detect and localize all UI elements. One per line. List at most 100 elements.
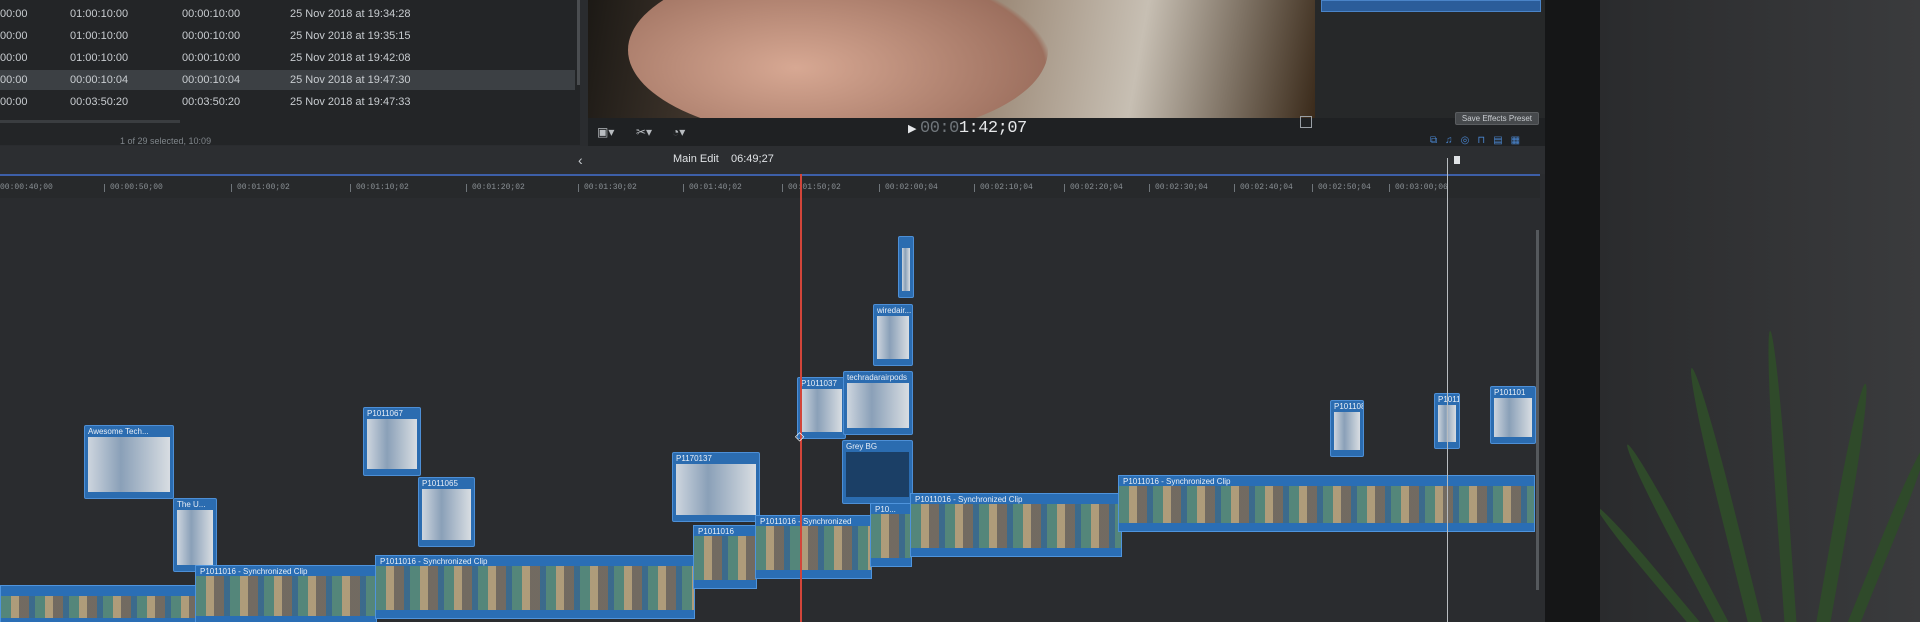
browser-row[interactable]: 00:00 01:00:10:00 00:00:10:00 25 Nov 201… bbox=[0, 26, 575, 46]
storyline-segment[interactable]: P1011016 bbox=[693, 525, 757, 589]
clip-thumbnail bbox=[88, 437, 170, 492]
clip-thumbnail bbox=[367, 419, 417, 469]
date-cell: 25 Nov 2018 at 19:47:30 bbox=[290, 74, 411, 86]
clip-label: P1011067 bbox=[367, 409, 403, 418]
clip-the[interactable]: The U... bbox=[173, 498, 217, 572]
viewer-toolbar bbox=[588, 118, 1545, 146]
enhancements-icon[interactable]: ✂▾ bbox=[636, 125, 652, 139]
end-cell: 01:00:10:00 bbox=[70, 52, 129, 64]
clip-p1170137[interactable]: P1170137 bbox=[672, 452, 760, 522]
clip-label: P1011037 bbox=[801, 379, 837, 388]
storyline-segment[interactable]: P1011016 - Synchronized Clip bbox=[195, 565, 377, 622]
save-effects-preset-button[interactable]: Save Effects Preset bbox=[1454, 112, 1539, 125]
background-wall bbox=[1600, 0, 1920, 622]
project-name: Main Edit bbox=[673, 153, 719, 165]
start-cell: 00:00 bbox=[0, 8, 28, 20]
clip-thumbnail bbox=[422, 489, 471, 540]
clip-techradarairpods[interactable]: techradarairpods bbox=[843, 371, 913, 435]
audio-skimming-icon[interactable]: ♫ bbox=[1445, 135, 1453, 146]
ruler-tick: 00:01:00;02 bbox=[231, 183, 290, 192]
clip-thumbnail bbox=[177, 510, 213, 565]
viewer-hand-image bbox=[628, 0, 1048, 118]
inspector bbox=[1315, 0, 1545, 118]
browser-row[interactable]: 00:00 01:00:10:00 00:00:10:00 25 Nov 201… bbox=[0, 4, 575, 24]
inspector-selection[interactable] bbox=[1321, 0, 1541, 12]
timecode-display[interactable]: 00:01:42;07 bbox=[920, 119, 1027, 138]
date-cell: 25 Nov 2018 at 19:34:28 bbox=[290, 8, 411, 20]
storyline-segment[interactable]: P1011016 - Synchronized Clip bbox=[375, 555, 695, 619]
clip-small-top[interactable] bbox=[898, 236, 914, 298]
start-cell: 00:00 bbox=[0, 74, 28, 86]
storyline-frames bbox=[911, 504, 1121, 548]
duration-cell: 00:00:10:00 bbox=[182, 30, 241, 42]
timeline-vertical-scrollbar[interactable] bbox=[1536, 230, 1539, 590]
end-cell: 00:00:10:04 bbox=[70, 74, 129, 86]
clip-appearance-icon[interactable]: ▤ bbox=[1493, 135, 1502, 146]
storyline-label: P10... bbox=[875, 505, 896, 514]
playhead[interactable] bbox=[800, 174, 802, 622]
snapping-icon[interactable]: ⊓ bbox=[1477, 135, 1485, 146]
storyline-frames bbox=[871, 514, 911, 558]
ruler-tick: 00:00:40;00 bbox=[0, 183, 53, 192]
ruler-tick: 00:01:30;02 bbox=[578, 183, 637, 192]
clip-grey-bg[interactable]: Grey BG bbox=[842, 440, 913, 504]
storyline-segment[interactable]: P1011016 - Synchronized Clip bbox=[910, 493, 1122, 557]
clip-label: P1011 bbox=[1438, 395, 1460, 404]
storyline-segment[interactable] bbox=[0, 585, 202, 622]
storyline-label: P1011016 bbox=[698, 527, 734, 536]
storyline-label: P1011016 - Synchronized Clip bbox=[200, 567, 308, 576]
skimming-icon[interactable]: ⧉ bbox=[1430, 135, 1437, 146]
end-cell: 00:03:50:20 bbox=[70, 96, 129, 108]
date-cell: 25 Nov 2018 at 19:42:08 bbox=[290, 52, 411, 64]
storyline-frames bbox=[376, 566, 694, 610]
play-icon[interactable]: ▶ bbox=[908, 122, 916, 135]
browser-row[interactable]: 00:00 01:00:10:00 00:00:10:00 25 Nov 201… bbox=[0, 48, 575, 68]
storyline-frames bbox=[694, 536, 756, 580]
effects-browser-icon[interactable]: ▦ bbox=[1511, 135, 1520, 146]
clip-p1011067[interactable]: P1011067 bbox=[363, 407, 421, 476]
clip-label: P101101 bbox=[1494, 388, 1526, 397]
clip-p1011065[interactable]: P1011065 bbox=[418, 477, 475, 547]
clip-awesome-tech[interactable]: Awesome Tech... bbox=[84, 425, 174, 499]
clip-p1011037[interactable]: P1011037 bbox=[797, 377, 846, 439]
end-cell: 01:00:10:00 bbox=[70, 8, 129, 20]
storyline-frames bbox=[196, 576, 376, 616]
ruler-tick: 00:01:50;02 bbox=[782, 183, 841, 192]
clip-label: The U... bbox=[177, 500, 206, 509]
ruler-tick: 00:01:10;02 bbox=[350, 183, 409, 192]
date-cell: 25 Nov 2018 at 19:35:15 bbox=[290, 30, 411, 42]
view-options-icon[interactable]: ▣▾ bbox=[597, 125, 614, 139]
browser-horizontal-scrollbar[interactable] bbox=[0, 120, 180, 123]
skimmer-handle[interactable] bbox=[1454, 156, 1460, 164]
clip-p101101[interactable]: P101101 bbox=[1490, 386, 1536, 444]
clip-label: wiredair... bbox=[877, 306, 912, 315]
retime-icon[interactable]: ◔▾ bbox=[672, 125, 685, 139]
final-cut-screen: 00:00 01:00:10:00 00:00:10:00 25 Nov 201… bbox=[0, 0, 1545, 622]
clip-label: Grey BG bbox=[846, 442, 878, 451]
browser-vertical-scrollbar[interactable] bbox=[577, 0, 580, 85]
browser-row-selected[interactable]: 00:00 00:00:10:04 00:00:10:04 25 Nov 201… bbox=[0, 70, 575, 90]
ruler-tick: 00:02:40;04 bbox=[1234, 183, 1293, 192]
storyline-frames bbox=[756, 526, 871, 570]
solo-icon[interactable]: ◎ bbox=[1461, 135, 1470, 146]
monitor-bezel bbox=[1545, 0, 1600, 622]
viewer[interactable] bbox=[588, 0, 1315, 118]
storyline-segment[interactable]: P1011016 - Synchronized Clip bbox=[1118, 475, 1535, 532]
fullscreen-icon[interactable] bbox=[1300, 116, 1312, 128]
trim-cursor-icon: ◇ bbox=[795, 429, 805, 443]
storyline-segment[interactable]: P1011016 - Synchronized bbox=[755, 515, 872, 579]
ruler-tick: 00:02:30;04 bbox=[1149, 183, 1208, 192]
storyline-frames bbox=[1119, 486, 1534, 523]
clip-p101108s[interactable]: P101108S bbox=[1330, 400, 1364, 457]
storyline-label: P1011016 - Synchronized Clip bbox=[380, 557, 488, 566]
timeline-back-button[interactable]: ‹ bbox=[578, 152, 583, 168]
browser-row[interactable]: 00:00 00:03:50:20 00:03:50:20 25 Nov 201… bbox=[0, 92, 575, 112]
storyline-segment[interactable]: P10... bbox=[870, 503, 912, 567]
clip-wiredairpods[interactable]: wiredair... bbox=[873, 304, 913, 366]
clip-label: P1170137 bbox=[676, 454, 712, 463]
date-cell: 25 Nov 2018 at 19:47:33 bbox=[290, 96, 411, 108]
storyline-label: P1011016 - Synchronized bbox=[760, 517, 852, 526]
ruler-tick: 00:02:50;04 bbox=[1312, 183, 1371, 192]
browser-status: 1 of 29 selected, 10:09 bbox=[120, 136, 212, 146]
duration-cell: 00:03:50:20 bbox=[182, 96, 241, 108]
